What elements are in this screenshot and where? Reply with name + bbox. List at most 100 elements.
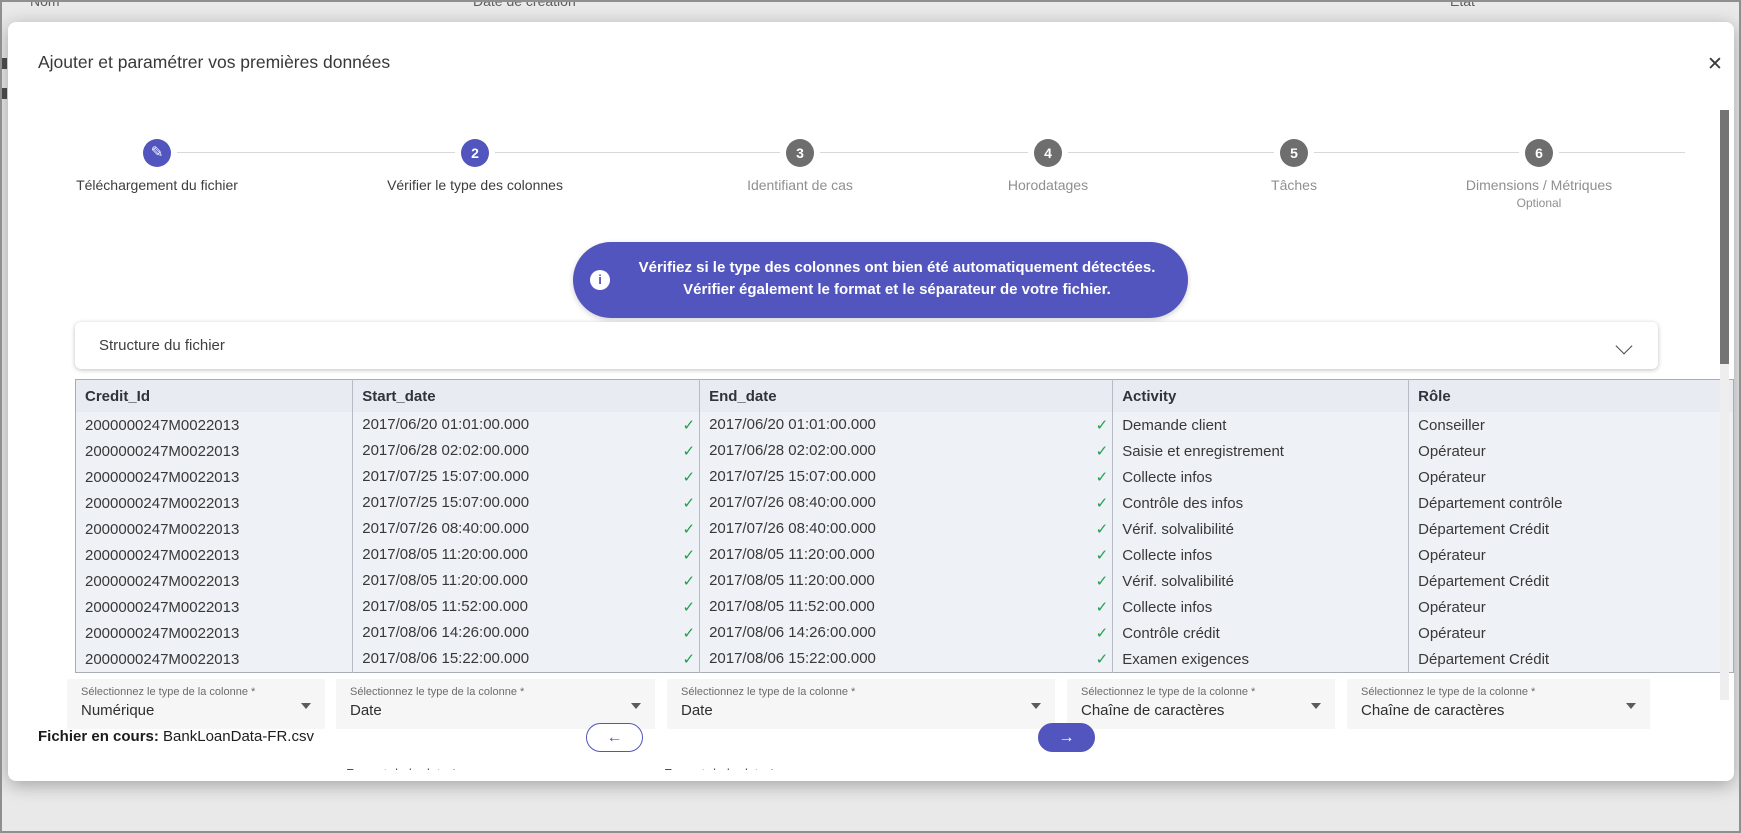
- table-cell: Demande client: [1113, 412, 1409, 438]
- cell-value: 2017/06/20 01:01:00.000: [709, 416, 876, 433]
- table-cell: Vérif. solvalibilité: [1113, 516, 1409, 542]
- table-cell: Opérateur: [1409, 620, 1734, 646]
- bg-column-creation: Date de création: [473, 0, 576, 9]
- step-2-label: Vérifier le type des colonnes: [325, 177, 625, 193]
- arrow-left-icon: ←: [607, 729, 623, 746]
- clipped-field-label: Format de la date *: [346, 766, 516, 770]
- column-type-select-value: Date: [350, 702, 382, 719]
- table-cell: 2000000247M0022013: [76, 438, 353, 464]
- table-cell: Département contrôle: [1409, 490, 1734, 516]
- check-icon: ✓: [682, 598, 695, 616]
- stepper-connector-line: [177, 152, 455, 153]
- table-cell: Vérif. solvalibilité: [1113, 568, 1409, 594]
- table-row: 2000000247M0022013✓2017/07/25 15:07:00.0…: [76, 464, 1734, 490]
- clipped-field-label: Format de la date *: [664, 766, 834, 770]
- clipped-date-format-field: Format de la date *: [346, 763, 516, 770]
- column-type-select-3[interactable]: Sélectionnez le type de la colonne *Date: [667, 679, 1055, 729]
- stepper-connector-line: [495, 152, 780, 153]
- table-row: 2000000247M0022013 ✓ 2017/06/20 01:01:00.0…: [76, 412, 1734, 438]
- bg-column-nom: Nom: [30, 0, 60, 9]
- column-type-select-1[interactable]: Sélectionnez le type de la colonne *Numé…: [67, 679, 325, 729]
- column-type-select-5[interactable]: Sélectionnez le type de la colonne * Chaî…: [1347, 679, 1650, 729]
- chevron-down-icon: [1616, 338, 1633, 355]
- column-type-select-2[interactable]: Sélectionnez le type de la colonne * Date: [336, 679, 655, 729]
- cell-value: 2017/08/05 11:20:00.000: [709, 546, 875, 563]
- dropdown-arrow-icon: [301, 703, 311, 709]
- table-cell: ✓ 2017/08/06 15:22:00.000: [353, 646, 700, 673]
- table-cell: Contrôle crédit: [1113, 620, 1409, 646]
- close-icon[interactable]: ✕: [1702, 52, 1728, 78]
- structure-section-header[interactable]: Structure du fichier: [75, 322, 1658, 369]
- step-2-circle[interactable]: 2: [461, 139, 489, 167]
- step-1-edit-icon[interactable]: ✎: [143, 139, 171, 167]
- check-icon: ✓: [1096, 572, 1109, 590]
- cell-value: 2017/07/25 15:07:00.000: [362, 468, 529, 485]
- check-icon: ✓: [1096, 468, 1109, 486]
- check-icon: ✓: [682, 650, 695, 668]
- column-header-credit_id: Credit_Id: [76, 380, 353, 413]
- column-header-activity: Activity: [1113, 380, 1409, 413]
- table-cell: Collecte infos: [1113, 542, 1409, 568]
- table-cell: Opérateur: [1409, 464, 1734, 490]
- column-type-select-4[interactable]: Sélectionnez le type de la colonne *Chaî…: [1067, 679, 1335, 729]
- check-icon: ✓: [682, 416, 695, 434]
- step-4-circle[interactable]: 4: [1034, 139, 1062, 167]
- column-header-end_date: End_date: [700, 380, 1113, 413]
- step-3-circle[interactable]: 3: [786, 139, 814, 167]
- table-cell: ✓ 2017/06/20 01:01:00.000: [353, 412, 700, 438]
- check-icon: ✓: [1096, 442, 1109, 460]
- cell-value: 2017/08/05 11:20:00.000: [362, 546, 528, 563]
- table-cell: 2000000247M0022013: [76, 412, 353, 438]
- step-1-label: Téléchargement du fichier: [7, 177, 307, 193]
- table-cell: Conseiller: [1409, 412, 1734, 438]
- cell-value: 2017/08/06 15:22:00.000: [362, 650, 529, 667]
- table-cell: ✓2017/07/25 15:07:00.000: [700, 464, 1113, 490]
- info-icon: i: [590, 270, 610, 290]
- column-type-select-label: Sélectionnez le type de la colonne *: [350, 686, 524, 698]
- table-cell: 2000000247M0022013: [76, 490, 353, 516]
- column-type-select-value: Chaîne de caractères: [1361, 702, 1504, 719]
- dropdown-arrow-icon: [631, 703, 641, 709]
- step-6-circle[interactable]: 6: [1525, 139, 1553, 167]
- dropdown-arrow-icon: [1311, 703, 1321, 709]
- cell-value: 2017/07/25 15:07:00.000: [362, 494, 529, 511]
- table-cell: ✓2017/06/28 02:02:00.000: [700, 438, 1113, 464]
- table-cell: 2000000247M0022013: [76, 516, 353, 542]
- check-icon: ✓: [1096, 546, 1109, 564]
- check-icon: ✓: [682, 520, 695, 538]
- table-cell: ✓2017/07/26 08:40:00.000: [353, 516, 700, 542]
- table-cell: ✓2017/08/06 15:22:00.000: [700, 646, 1113, 673]
- file-status-label: Fichier en cours:: [38, 728, 159, 745]
- table-cell: ✓2017/07/25 15:07:00.000: [353, 464, 700, 490]
- cell-value: 2017/06/20 01:01:00.000: [362, 416, 529, 433]
- structure-section-label: Structure du fichier: [99, 337, 225, 354]
- table-row: 2000000247M0022013✓2017/08/06 15:22:00.0…: [76, 646, 1734, 673]
- step-5-circle[interactable]: 5: [1280, 139, 1308, 167]
- cell-value: 2017/08/05 11:52:00.000: [709, 598, 875, 615]
- table-cell: ✓ 2017/08/05 11:20:00.000: [353, 542, 700, 568]
- back-button[interactable]: ←: [586, 723, 643, 752]
- column-type-select-label: Sélectionnez le type de la colonne *: [1361, 686, 1535, 698]
- cell-value: 2017/08/05 11:20:00.000: [362, 572, 528, 589]
- scrollbar-thumb[interactable]: [1720, 110, 1729, 364]
- column-type-select-value: Chaîne de caractères: [1081, 702, 1224, 719]
- file-preview-table: Credit_IdStart_dateEnd_dateActivityRôle2…: [75, 379, 1734, 673]
- table-row: 2000000247M0022013✓2017/08/05 11:20:00.0…: [76, 542, 1734, 568]
- table-cell: Examen exigences: [1113, 646, 1409, 673]
- cell-value: 2017/08/06 14:26:00.000: [362, 624, 529, 641]
- table-cell: ✓2017/08/05 11:20:00.000: [700, 568, 1113, 594]
- table-row: 2000000247M0022013✓2017/08/05 11:52:00.0…: [76, 594, 1734, 620]
- table-cell: Collecte infos: [1113, 464, 1409, 490]
- table-cell: Opérateur: [1409, 594, 1734, 620]
- cell-value: 2017/08/06 14:26:00.000: [709, 624, 876, 641]
- scrollbar-track[interactable]: [1720, 110, 1729, 700]
- table-cell: ✓ 2017/08/05 11:20:00.000: [700, 542, 1113, 568]
- bg-column-etat: État: [1450, 0, 1475, 9]
- stepper-connector-line: [1068, 152, 1274, 153]
- table-cell: ✓2017/08/06 14:26:00.000: [353, 620, 700, 646]
- cell-value: 2017/08/06 15:22:00.000: [709, 650, 876, 667]
- check-icon: ✓: [682, 546, 695, 564]
- current-file-status: Fichier en cours: BankLoanData-FR.csv: [38, 728, 314, 745]
- table-cell: ✓2017/08/05 11:52:00.000: [700, 594, 1113, 620]
- next-button[interactable]: →: [1038, 723, 1095, 752]
